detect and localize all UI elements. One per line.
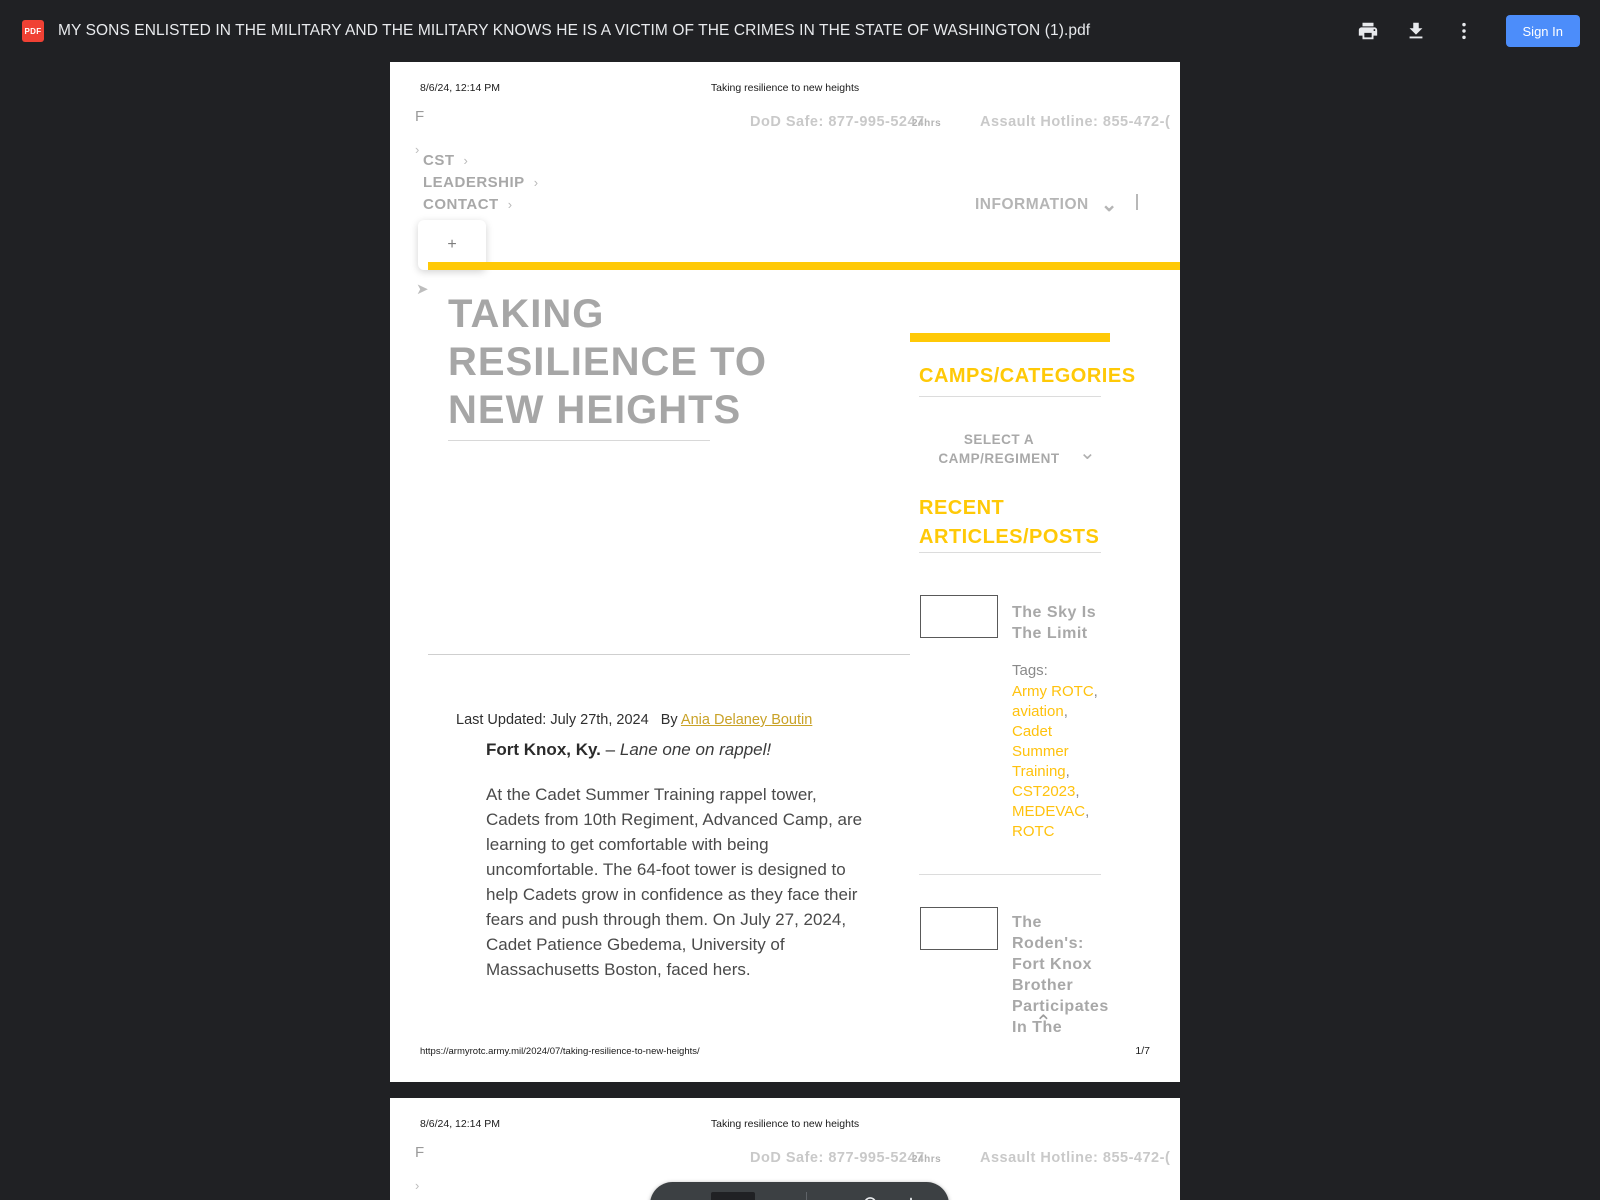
sidebar-divider [919,396,1101,397]
pdf-file-icon: PDF [22,20,44,42]
information-dropdown[interactable]: INFORMATION ⌄ [975,195,1118,215]
chevron-right-icon: › [533,175,539,190]
tag-cst2023[interactable]: CST2023 [1012,783,1075,800]
total-pages: 7 [783,1197,791,1200]
byline: Last Updated: July 27th, 2024 By Ania De… [456,712,812,728]
tag-aviation[interactable]: aviation [1012,703,1064,720]
camps-categories-heading: CAMPS/CATEGORIES [919,365,1136,387]
page-navigation-bar[interactable]: Page / 7 [650,1182,950,1200]
toolbar-actions: Sign In [1340,11,1580,51]
nav-item-cst[interactable]: CST › [423,152,468,169]
nav-item-cst-label: CST [423,152,455,169]
list-item[interactable]: The Roden's: Fort Knox Brother Participa… [1012,912,1108,1038]
information-dropdown-label: INFORMATION [975,196,1089,213]
chevron-right-icon: › [507,197,513,212]
dod-safe-hours: 24hrs [912,118,942,129]
document-title: MY SONS ENLISTED IN THE MILITARY AND THE… [58,22,1091,39]
zoom-out-button[interactable] [811,1185,851,1200]
back-chevron-icon: › [415,142,420,157]
page-label: Page [668,1197,701,1200]
nav-item-contact[interactable]: CONTACT › [423,196,513,213]
nav-item-leadership[interactable]: LEADERSHIP › [423,174,539,191]
article-top-divider [428,654,910,655]
scroll-to-top-icon[interactable]: ⌃ [1035,1010,1052,1035]
print-footer-pageno: 1/7 [1135,1045,1150,1057]
list-item[interactable]: The Sky Is The Limit [1012,602,1108,644]
site-logo-clipped: F [415,1144,425,1161]
dek-dash: – [605,740,616,759]
dod-safe-hotline: DoD Safe: 877-995-5247 [750,1150,925,1166]
nav-item-leadership-label: LEADERSHIP [423,174,525,191]
sidebar-divider-2 [919,552,1101,553]
print-footer-url: https://armyrotc.army.mil/2024/07/taking… [420,1046,700,1057]
tag-list[interactable]: Army ROTC, aviation, Cadet Summer Traini… [1012,682,1108,842]
dek-text: Lane one on rappel! [619,740,772,759]
page-separator: / [767,1197,771,1200]
pdf-viewer-toolbar: PDF MY SONS ENLISTED IN THE MILITARY AND… [0,0,1600,62]
download-icon[interactable] [1396,11,1436,51]
chevron-down-icon[interactable]: ⌄ [1079,440,1096,465]
tag-cadet-summer-training[interactable]: Cadet Summer Training [1012,723,1069,780]
assault-hotline: Assault Hotline: 855-472-( [980,114,1171,130]
sidebar-arrow-icon: ➤ [416,281,429,298]
gold-accent-bar [428,262,1180,270]
pdf-page-1: 8/6/24, 12:14 PM Taking resilience to ne… [390,62,1180,1082]
assault-hotline: Assault Hotline: 855-472-( [980,1150,1171,1166]
author-link[interactable]: Ania Delaney Boutin [681,712,812,728]
tag-medevac[interactable]: MEDEVAC [1012,803,1085,820]
dod-safe-hotline: DoD Safe: 877-995-5247 [750,114,925,130]
post-thumbnail[interactable] [920,595,998,638]
nav-item-contact-label: CONTACT [423,196,499,213]
print-header-title: Taking resilience to new heights [710,1118,860,1130]
dod-safe-hours: 24hrs [912,1154,942,1165]
zoom-reset-button[interactable] [851,1185,891,1200]
by-label: By [660,712,678,728]
print-icon[interactable] [1348,11,1388,51]
camp-regiment-select-value[interactable]: SELECT A CAMP/REGIMENT [919,430,1079,468]
tags-label: Tags: [1012,662,1048,679]
hero-divider [448,440,710,441]
dateline: Fort Knox, Ky. [486,740,601,759]
site-logo-clipped: F [415,108,425,125]
page-number-input[interactable] [710,1191,755,1200]
post-thumbnail[interactable] [920,907,998,950]
sidebar-gold-bar [910,333,1110,342]
article-body: At the Cadet Summer Training rappel towe… [486,785,863,979]
sign-in-button[interactable]: Sign In [1505,15,1580,47]
nav-divider [1136,194,1138,210]
tag-rotc[interactable]: ROTC [1012,823,1055,840]
last-updated-text: Last Updated: July 27th, 2024 [456,712,649,728]
more-actions-icon[interactable] [1444,11,1484,51]
sidebar-divider-3 [919,874,1101,875]
article-hero-title: TAKING RESILIENCE TO NEW HEIGHTS [448,292,767,432]
controls-divider [806,1191,808,1200]
recent-articles-heading: RECENT ARTICLES/POSTS [919,497,1100,548]
article-dek: Fort Knox, Ky. – Lane one on rappel! [486,740,771,760]
zoom-in-button[interactable] [891,1185,931,1200]
print-header-title: Taking resilience to new heights [710,82,860,94]
tag-army-rotc[interactable]: Army ROTC [1012,683,1094,700]
chevron-right-icon: › [463,153,469,168]
document-viewport[interactable]: 8/6/24, 12:14 PM Taking resilience to ne… [0,62,1600,1200]
back-chevron-icon: › [415,1178,420,1193]
